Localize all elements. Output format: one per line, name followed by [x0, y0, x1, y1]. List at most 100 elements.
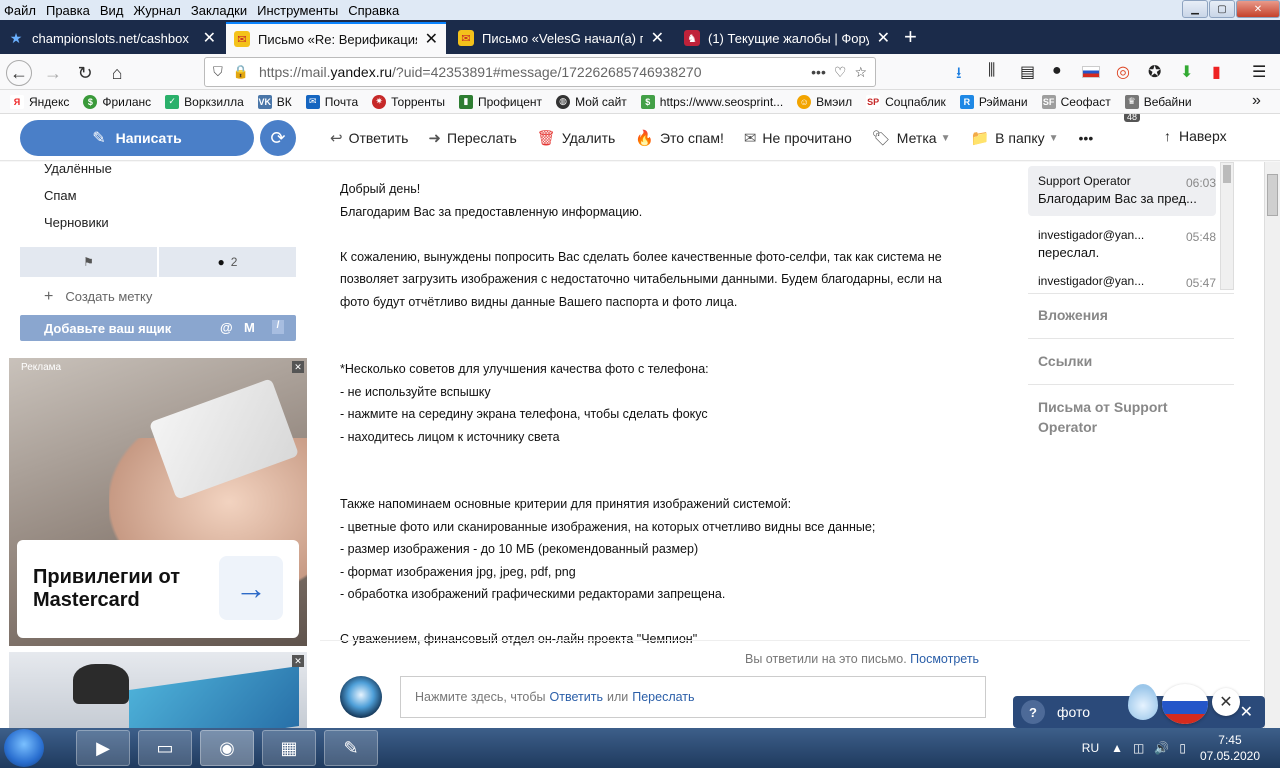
scrollbar-thumb[interactable]	[1267, 174, 1278, 216]
folder-deleted[interactable]: Удалённые	[44, 161, 112, 176]
tray-expand-icon[interactable]: ▲	[1111, 741, 1123, 755]
extension-icon[interactable]: ✪	[1148, 62, 1161, 82]
unread-filter[interactable]: ● 2	[159, 247, 296, 277]
menu-file[interactable]: Файл	[4, 3, 36, 18]
ad-mastercard[interactable]: Реклама ✕ Привилегии от Mastercard →	[9, 358, 307, 646]
ad-secondary[interactable]: ✕	[9, 652, 307, 728]
hamburger-menu-icon[interactable]: ☰	[1252, 62, 1266, 82]
quick-forward-link[interactable]: Переслать	[632, 690, 694, 704]
new-tab-icon[interactable]: +	[904, 24, 917, 50]
pocket-icon[interactable]: ♡	[834, 64, 847, 81]
menu-bookmarks[interactable]: Закладки	[191, 3, 247, 18]
more-actions-icon[interactable]: •••	[1079, 130, 1094, 146]
download-icon[interactable]: ⭳	[956, 62, 962, 89]
bookmark-proficent[interactable]: ▮ Профицент	[458, 94, 542, 109]
tab-velesg-letter[interactable]: ✉ Письмо «VelesG начал(а) пер ✕	[450, 22, 672, 54]
bookmark-mail[interactable]: ✉ Почта	[305, 94, 358, 109]
tab-close-icon[interactable]: ✕	[651, 28, 664, 48]
to-top-button[interactable]: ↑ Наверх	[1164, 128, 1227, 144]
page-actions-icon[interactable]: •••	[811, 64, 826, 80]
reload-icon[interactable]: ↻	[72, 60, 98, 86]
folder-drafts[interactable]: Черновики	[44, 215, 109, 230]
compose-button[interactable]: ✎ Написать	[20, 120, 254, 156]
bookmark-seofast[interactable]: SF Сеофаст	[1041, 94, 1111, 109]
control-panel-icon[interactable]: ▦	[262, 730, 316, 766]
move-folder-button[interactable]: 📁 В папку ▼	[970, 129, 1058, 147]
download-extension-icon[interactable]: ⬇	[1180, 62, 1193, 82]
russian-flag-icon[interactable]	[1162, 684, 1208, 724]
thread-item[interactable]: investigador@yan... 05:48 переслал.	[1028, 220, 1216, 270]
network-icon[interactable]: ◫	[1133, 741, 1144, 755]
bookmark-socpublic[interactable]: SP Соцпаблик	[866, 94, 946, 109]
tab-forum[interactable]: ♞ (1) Текущие жалобы | Форум ✕	[676, 22, 898, 54]
account-icon[interactable]: ●	[1052, 62, 1062, 80]
lock-icon[interactable]: 🔒	[233, 64, 249, 80]
sidebar-toggle-icon[interactable]: ▤	[1020, 62, 1035, 82]
bookmark-freelance[interactable]: $ Фриланс	[83, 94, 151, 109]
delete-button[interactable]: 🗑 Удалить	[537, 129, 616, 147]
refresh-mail-button[interactable]: ⟳	[260, 120, 296, 156]
library-icon[interactable]: ⫼	[988, 62, 995, 80]
tab-close-icon[interactable]: ✕	[425, 29, 438, 49]
close-window-icon[interactable]: ✕	[1236, 0, 1280, 18]
flagged-filter[interactable]: ⚑	[20, 247, 157, 277]
notepad-icon[interactable]: ✎	[324, 730, 378, 766]
attachments-section[interactable]: Вложения	[1038, 305, 1238, 325]
shield-icon[interactable]: ⛉	[213, 64, 223, 80]
firefox-icon[interactable]: ◉	[200, 730, 254, 766]
water-drop-icon[interactable]	[1128, 684, 1158, 720]
thread-item[interactable]: investigador@yan... 05:47	[1028, 266, 1216, 290]
bookmark-webaini[interactable]: ♛ Вебайни	[1124, 94, 1192, 109]
bookmark-vmail[interactable]: ☺ Вмэил	[797, 94, 852, 109]
more-bookmarks-icon[interactable]: »	[1252, 92, 1261, 110]
bookmark-yandex[interactable]: Я Яндекс	[10, 94, 69, 109]
reply-button[interactable]: ↩ Ответить	[330, 129, 408, 147]
minimize-icon[interactable]: ▁	[1182, 0, 1208, 18]
mark-unread-button[interactable]: ✉ Не прочитано	[744, 129, 852, 147]
bookmark-my-site[interactable]: ◍ Мой сайт	[556, 94, 627, 109]
arrow-right-icon[interactable]: →	[219, 556, 283, 620]
ad-close-icon[interactable]: ✕	[292, 655, 304, 667]
menu-edit[interactable]: Правка	[46, 3, 90, 18]
maximize-icon[interactable]: ▢	[1209, 0, 1235, 18]
tab-close-icon[interactable]: ✕	[877, 28, 890, 48]
bookmark-vk[interactable]: VK ВК	[257, 94, 292, 109]
language-indicator[interactable]: RU	[1082, 741, 1099, 755]
forward-icon[interactable]: →	[40, 60, 66, 86]
start-button[interactable]	[4, 729, 44, 767]
thread-item[interactable]: Support Operator 06:03 Благодарим Вас за…	[1028, 166, 1216, 216]
battery-icon[interactable]: ▯	[1179, 741, 1186, 755]
tab-championslots[interactable]: ★ championslots.net/cashbox ✕	[0, 22, 224, 54]
url-bar[interactable]: ⛉ 🔒 https://mail.yandex.ru/?uid=42353891…	[204, 57, 876, 87]
page-scrollbar[interactable]	[1264, 162, 1280, 728]
bookmark-torrents[interactable]: ✷ Торренты	[372, 94, 445, 109]
thread-scrollbar[interactable]	[1220, 162, 1234, 290]
quick-reply-link[interactable]: Ответить	[550, 690, 603, 704]
home-icon[interactable]: ⌂	[104, 60, 130, 86]
adblock-icon[interactable]: ◎	[1116, 62, 1130, 82]
close-icon[interactable]: ✕	[1240, 702, 1253, 722]
menu-help[interactable]: Справка	[348, 3, 399, 18]
scrollbar-thumb[interactable]	[1223, 165, 1231, 183]
bookmark-seosprint[interactable]: $ https://www.seosprint...	[640, 94, 783, 109]
tab-close-icon[interactable]: ✕	[203, 28, 216, 48]
add-mailbox-button[interactable]: Добавьте ваш ящик @ M /	[20, 315, 296, 341]
links-section[interactable]: Ссылки	[1038, 351, 1238, 371]
menu-view[interactable]: Вид	[100, 3, 124, 18]
create-label-link[interactable]: + Создать метку	[44, 288, 152, 306]
tab-verification-letter[interactable]: ✉ Письмо «Re: Верификация ак ✕	[226, 22, 446, 54]
language-flag-icon[interactable]	[1082, 66, 1100, 78]
bookmark-raymani[interactable]: R Рэймани	[959, 94, 1028, 109]
label-button[interactable]: 🏷 Метка ▼	[872, 129, 951, 147]
spam-button[interactable]: 🔥 Это спам!	[635, 129, 724, 147]
sender-letters-section[interactable]: Письма от Support Operator	[1038, 397, 1208, 437]
folder-spam[interactable]: Спам	[44, 188, 77, 203]
bookmark-star-icon[interactable]: ☆	[854, 64, 867, 81]
menu-tools[interactable]: Инструменты	[257, 3, 338, 18]
clock[interactable]: 7:45 07.05.2020	[1200, 732, 1260, 764]
back-icon[interactable]: ←	[6, 60, 32, 86]
ad-close-icon[interactable]: ✕	[292, 361, 304, 373]
forward-button[interactable]: ➜ Переслать	[428, 129, 516, 147]
media-player-icon[interactable]: ▶	[76, 730, 130, 766]
ad-promo-box[interactable]: Привилегии от Mastercard →	[17, 540, 299, 638]
